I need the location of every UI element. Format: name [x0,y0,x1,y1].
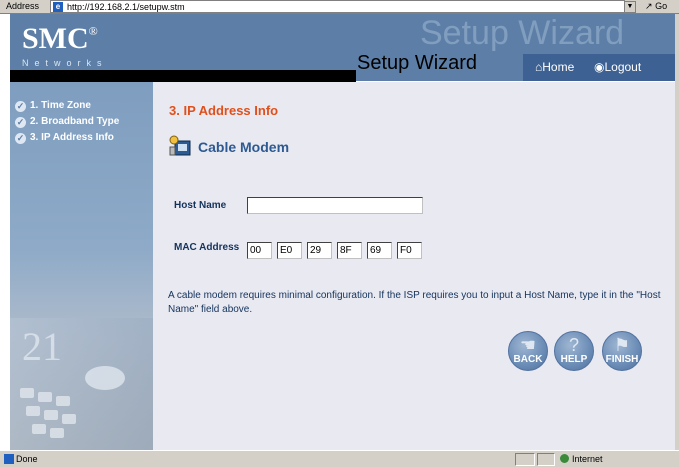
content-panel [153,82,675,450]
smc-logo: SMC® [22,22,98,56]
sidebar-item-label: 1. Time Zone [30,100,91,111]
status-cell [537,453,555,466]
back-label: BACK [513,354,543,365]
finish-flag-icon: ⚑ [613,335,631,355]
cable-modem-icon [169,135,191,156]
globe-icon [560,454,569,463]
mac-octet-1-input[interactable] [247,242,272,259]
page-title: Setup Wizard [357,52,478,74]
window-edge [675,14,679,450]
check-icon: ✓ [15,133,26,144]
address-bar: Address e http://192.168.2.1/setupw.stm … [0,0,679,14]
home-link[interactable]: ⌂Home [535,60,574,74]
status-bar: Done Internet [0,450,679,467]
host-name-input[interactable] [247,197,423,214]
back-button[interactable]: ☚ BACK [508,331,548,371]
sidebar-item-broadband-type[interactable]: ✓ 2. Broadband Type [15,116,119,128]
mac-octet-5-input[interactable] [367,242,392,259]
svg-text:21: 21 [22,324,62,369]
networks-label: Networks [22,58,108,68]
go-arrow-icon: ↗ [645,1,653,11]
sidebar-item-time-zone[interactable]: ✓ 1. Time Zone [15,100,91,112]
home-label: Home [542,60,575,74]
background-title: Setup Wizard [420,14,625,52]
security-zone: Internet [560,454,603,464]
mac-octet-4-input[interactable] [337,242,362,259]
browser-window: Address e http://192.168.2.1/setupw.stm … [0,0,679,467]
status-text: Done [16,454,38,464]
logout-icon: ◉ [594,60,605,74]
sidebar-decoration-image: 21 [10,318,153,450]
zone-label: Internet [572,454,603,464]
sidebar-item-label: 2. Broadband Type [30,116,120,127]
help-label: HELP [560,354,588,365]
address-input[interactable]: e http://192.168.2.1/setupw.stm [50,0,625,13]
finish-button[interactable]: ⚑ FINISH [602,331,642,371]
description-text: A cable modem requires minimal configura… [168,290,661,315]
go-label: Go [655,1,668,11]
logo-registered-mark: ® [88,24,98,38]
check-icon: ✓ [15,101,26,112]
mac-octet-2-input[interactable] [277,242,302,259]
help-button[interactable]: ? HELP [554,331,594,371]
mac-octet-6-input[interactable] [397,242,422,259]
sidebar-item-label: 3. IP Address Info [30,132,114,143]
host-name-label: Host Name [174,200,227,211]
logout-link[interactable]: ◉Logout [594,60,641,74]
logo-text: SMC [22,22,89,55]
address-url[interactable]: http://192.168.2.1/setupw.stm [67,2,185,12]
section-title: 3. IP Address Info [169,103,279,118]
finish-label: FINISH [605,354,639,365]
go-button[interactable]: ↗ Go [645,1,667,12]
back-hand-icon: ☚ [519,335,537,355]
address-dropdown-button[interactable]: ▼ [624,1,636,13]
logout-label: Logout [604,60,642,74]
status-cell [515,453,535,466]
connection-type-heading: Cable Modem [198,139,290,155]
header-stripe [10,70,356,82]
sidebar-item-ip-address-info[interactable]: ✓ 3. IP Address Info [15,132,114,144]
address-label: Address [6,1,40,11]
mac-octet-3-input[interactable] [307,242,332,259]
mac-address-label: MAC Address [174,242,240,253]
check-icon: ✓ [15,117,26,128]
ie-page-icon: e [53,2,63,12]
page-status-icon [4,454,14,464]
question-icon: ? [568,335,579,355]
